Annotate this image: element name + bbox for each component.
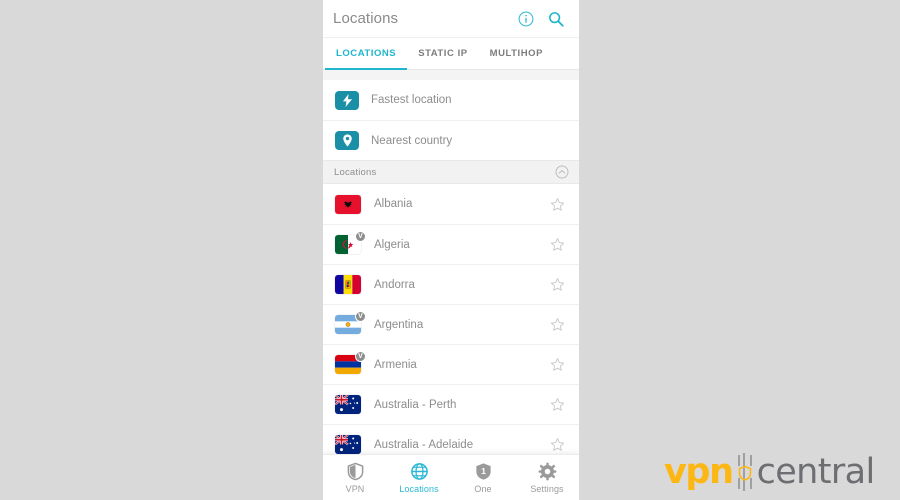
nav-label: One: [474, 483, 492, 494]
lightning-bolt-icon: [335, 90, 359, 110]
svg-text:1: 1: [481, 466, 486, 476]
flag-wrap: [335, 194, 361, 214]
country-row-australia-adelaide[interactable]: Australia - Adelaide: [323, 424, 579, 454]
shield-one-icon: 1: [475, 462, 491, 480]
country-name: Australia - Perth: [374, 398, 457, 411]
country-row-albania[interactable]: Albania: [323, 184, 579, 224]
tab-bar: LOCATIONS STATIC IP MULTIHOP: [323, 38, 579, 70]
flag-australia-icon: [335, 435, 361, 454]
search-icon[interactable]: [547, 10, 565, 28]
info-circle-icon[interactable]: [517, 10, 535, 28]
favorite-star-icon[interactable]: [550, 197, 565, 212]
country-row-armenia[interactable]: V Armenia: [323, 344, 579, 384]
nav-item-one[interactable]: 1 One: [451, 462, 515, 494]
favorite-star-icon[interactable]: [550, 237, 565, 252]
virtual-location-badge: V: [355, 231, 366, 242]
quick-action-nearest-country[interactable]: Nearest country: [323, 120, 579, 160]
globe-icon: [410, 462, 428, 480]
country-row-algeria[interactable]: V Algeria: [323, 224, 579, 264]
locations-section-header: Locations: [323, 160, 579, 184]
flag-wrap: [335, 435, 361, 454]
vpn-app-panel: Locations LOCATIONS STATIC IP MULTIHOP F…: [323, 0, 579, 500]
favorite-star-icon[interactable]: [550, 357, 565, 372]
tab-static-ip[interactable]: STATIC IP: [407, 38, 478, 69]
nav-item-locations[interactable]: Locations: [387, 462, 451, 494]
favorite-star-icon[interactable]: [550, 277, 565, 292]
country-name: Australia - Adelaide: [374, 438, 474, 451]
quick-action-fastest-location[interactable]: Fastest location: [323, 80, 579, 120]
country-name: Andorra: [374, 278, 415, 291]
quick-action-label: Nearest country: [371, 134, 453, 147]
favorite-star-icon[interactable]: [550, 437, 565, 452]
flag-albania-icon: [335, 194, 361, 214]
section-label: Locations: [334, 166, 377, 178]
country-name: Algeria: [374, 238, 410, 251]
country-row-australia-perth[interactable]: Australia - Perth: [323, 384, 579, 424]
locations-scroll-area[interactable]: Fastest location Nearest country Locatio…: [323, 70, 579, 454]
favorite-star-icon[interactable]: [550, 397, 565, 412]
nav-item-settings[interactable]: Settings: [515, 462, 579, 494]
top-spacer: [323, 70, 579, 80]
nav-item-vpn[interactable]: VPN: [323, 462, 387, 494]
flag-wrap: [335, 275, 361, 294]
vpncentral-watermark: vpn central: [664, 452, 875, 492]
flag-wrap: [335, 395, 361, 414]
app-header: Locations: [323, 0, 579, 38]
flag-wrap: V: [335, 311, 366, 334]
tab-locations[interactable]: LOCATIONS: [325, 38, 408, 70]
chevron-up-circle-icon[interactable]: [555, 165, 569, 179]
nav-label: Locations: [399, 483, 439, 494]
watermark-secondary-text: central: [756, 451, 876, 492]
shield-bars-icon: [734, 453, 756, 491]
country-row-andorra[interactable]: Andorra: [323, 264, 579, 304]
nav-label: Settings: [530, 483, 564, 494]
virtual-location-badge: V: [355, 351, 366, 362]
flag-wrap: V: [335, 231, 366, 254]
flag-andorra-icon: [335, 275, 361, 294]
country-name: Albania: [374, 198, 413, 210]
virtual-location-badge: V: [355, 311, 366, 322]
bottom-navigation-bar: VPN Locations 1 One Settings: [323, 454, 579, 500]
screen-root: Locations LOCATIONS STATIC IP MULTIHOP F…: [0, 0, 900, 500]
watermark-primary-text: vpn: [664, 451, 734, 492]
gear-icon: [538, 462, 556, 480]
favorite-star-icon[interactable]: [550, 317, 565, 332]
shield-icon: [347, 462, 363, 480]
header-actions: [517, 10, 565, 28]
map-pin-icon: [335, 131, 359, 150]
tab-multihop[interactable]: MULTIHOP: [479, 38, 554, 69]
flag-wrap: V: [335, 351, 366, 374]
country-name: Argentina: [374, 318, 424, 331]
quick-action-label: Fastest location: [371, 94, 452, 106]
country-row-argentina[interactable]: V Argentina: [323, 304, 579, 344]
page-title: Locations: [333, 10, 399, 27]
country-name: Armenia: [374, 358, 417, 371]
flag-australia-icon: [335, 395, 361, 414]
nav-label: VPN: [345, 483, 365, 494]
